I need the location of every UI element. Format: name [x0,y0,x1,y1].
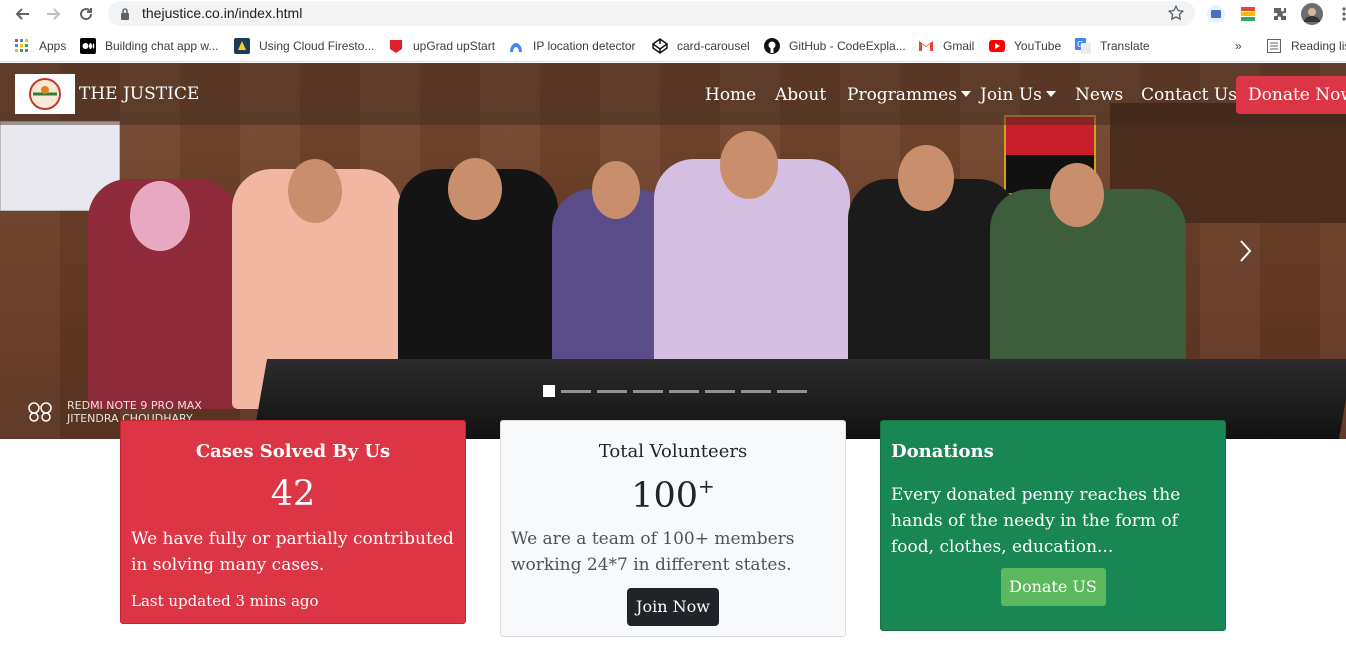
bookmarks-bar: Apps Building chat app w... Using Cloud … [0,28,1346,62]
ip-icon [508,38,524,54]
browser-menu-icon[interactable] [1333,3,1346,25]
web-page: THE JUSTICE Home About Programmes Join U… [0,63,1346,670]
bookmark-github[interactable]: GitHub - CodeExpla... [764,37,906,55]
medium-icon [80,38,96,54]
profile-avatar-icon[interactable] [1301,3,1323,25]
apps-grid-icon [14,38,30,54]
nav-about[interactable]: About [775,85,826,105]
codepen-icon [652,38,668,54]
photo-person-head [288,159,342,223]
site-name: THE JUSTICE [79,84,200,104]
donate-us-button[interactable]: Donate US [1000,568,1106,606]
carousel-indicator[interactable] [777,389,807,393]
forward-arrow-icon[interactable] [44,4,64,24]
reading-list[interactable]: Reading lis [1266,37,1346,55]
reading-list-icon [1266,38,1282,54]
cases-solved-card: Cases Solved By Us 42 We have fully or p… [120,420,466,624]
photo-person-head [720,131,778,199]
caret-down-icon [960,91,971,97]
upgrad-icon [388,38,404,54]
cases-card-title: Cases Solved By Us [195,441,391,462]
github-icon [764,38,780,54]
site-logo [15,74,75,114]
donations-card-title: Donations [891,441,994,462]
donations-card-text: Every donated penny reaches the hands of… [891,485,1181,557]
bookmark-card-carousel[interactable]: card-carousel [652,37,750,55]
cases-count: 42 [270,474,316,514]
gmail-icon [918,38,934,54]
watermark-line-1: REDMI NOTE 9 PRO MAX [67,399,202,412]
photo-person-head [898,145,954,211]
extensions-puzzle-icon[interactable] [1269,3,1291,25]
photo-person-head [592,161,640,219]
lock-icon [120,7,130,25]
volunteers-card-text: We are a team of 100+ members working 24… [511,529,795,575]
svg-text:G: G [1077,40,1083,49]
hero-carousel: THE JUSTICE Home About Programmes Join U… [0,63,1346,439]
photo-person-head [1050,163,1104,227]
volunteers-count: 100+ [631,474,715,516]
donate-now-button[interactable]: Donate Now.. [1236,76,1346,114]
donations-card: Donations Every donated penny reaches th… [880,420,1226,631]
reload-icon[interactable] [76,4,96,24]
cases-last-updated: Last updated 3 mins ago [131,592,319,610]
address-bar[interactable]: thejustice.co.in/index.html [108,1,1195,26]
photo-person-head [130,181,190,251]
carousel-indicators [543,385,813,397]
extension-icon-blue[interactable] [1205,3,1227,25]
join-now-button[interactable]: Join Now [627,588,719,626]
bookmark-ip-location[interactable]: IP location detector [508,37,636,55]
url-text: thejustice.co.in/index.html [142,5,303,21]
nav-news[interactable]: News [1075,85,1123,105]
youtube-icon [989,38,1005,54]
nav-home[interactable]: Home [705,85,756,105]
carousel-indicator[interactable] [633,389,663,393]
bookmark-cloud-firestore[interactable]: Using Cloud Firesto... [234,37,374,55]
nav-programmes[interactable]: Programmes [847,85,971,105]
bookmark-translate[interactable]: G Translate [1075,37,1150,55]
caret-down-icon [1045,91,1056,97]
camera-circles-icon [28,402,52,422]
bookmark-apps[interactable]: Apps [14,37,66,55]
firestore-icon [234,38,250,54]
photo-person-head [448,158,502,220]
nav-join-us[interactable]: Join Us [980,85,1056,105]
carousel-indicator[interactable] [597,389,627,393]
extension-icon-colorful[interactable] [1237,3,1259,25]
carousel-indicator[interactable] [669,389,699,393]
nav-contact-us[interactable]: Contact Us [1141,85,1237,105]
carousel-indicator[interactable] [561,389,591,393]
bookmarks-overflow[interactable]: » [1235,37,1242,55]
carousel-next-icon[interactable] [1238,238,1254,268]
back-arrow-icon[interactable] [12,4,32,24]
carousel-indicator[interactable] [543,385,555,397]
bookmark-gmail[interactable]: Gmail [918,37,974,55]
bookmark-upgrad[interactable]: upGrad upStart [388,37,495,55]
carousel-indicator[interactable] [741,389,771,393]
bookmark-youtube[interactable]: YouTube [989,37,1061,55]
bookmark-star-icon[interactable] [1167,4,1185,27]
cases-card-text: We have fully or partially contributed i… [131,529,454,575]
brand[interactable]: THE JUSTICE [15,74,199,114]
bookmark-building-chat-app[interactable]: Building chat app w... [80,37,218,55]
browser-toolbar: thejustice.co.in/index.html [0,0,1346,28]
carousel-indicator[interactable] [705,389,735,393]
volunteers-card-title: Total Volunteers [598,441,748,462]
volunteers-card: Total Volunteers 100+ We are a team of 1… [500,420,846,637]
translate-icon: G [1075,38,1091,54]
